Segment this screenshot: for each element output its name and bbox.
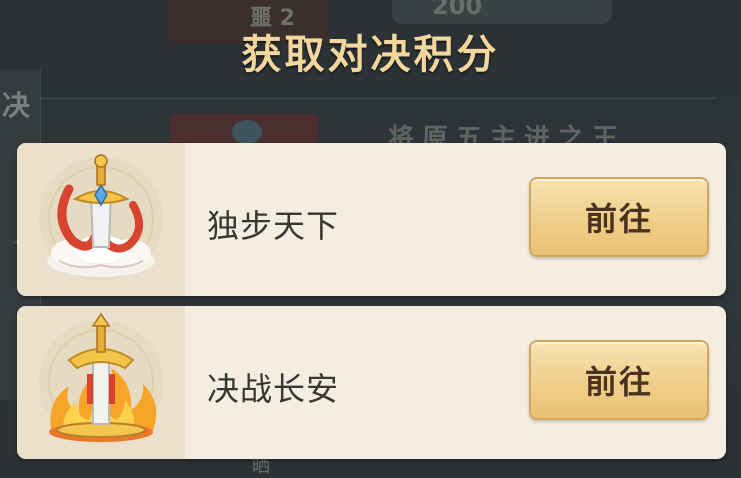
background-mid-icon <box>232 120 262 144</box>
row-icon-panel <box>17 143 185 296</box>
sword-in-flames-icon <box>39 312 163 444</box>
source-row-duobu-tianxia: 独步天下 前往 <box>17 143 726 296</box>
background-left-char: 决 <box>2 89 31 122</box>
background-top-panel <box>392 0 612 24</box>
row-label: 决战长安 <box>207 370 340 408</box>
dialog-title: 获取对决积分 <box>241 32 500 78</box>
background-divider <box>24 98 717 99</box>
background-score-text: 200 <box>432 0 483 20</box>
row-label: 独步天下 <box>207 207 340 245</box>
go-button[interactable]: 前往 <box>529 340 709 420</box>
source-row-juezhan-changan: 决战长安 前往 <box>17 306 726 459</box>
go-button[interactable]: 前往 <box>529 177 709 257</box>
row-icon-panel <box>17 306 185 459</box>
sword-on-cloud-icon <box>39 154 163 281</box>
